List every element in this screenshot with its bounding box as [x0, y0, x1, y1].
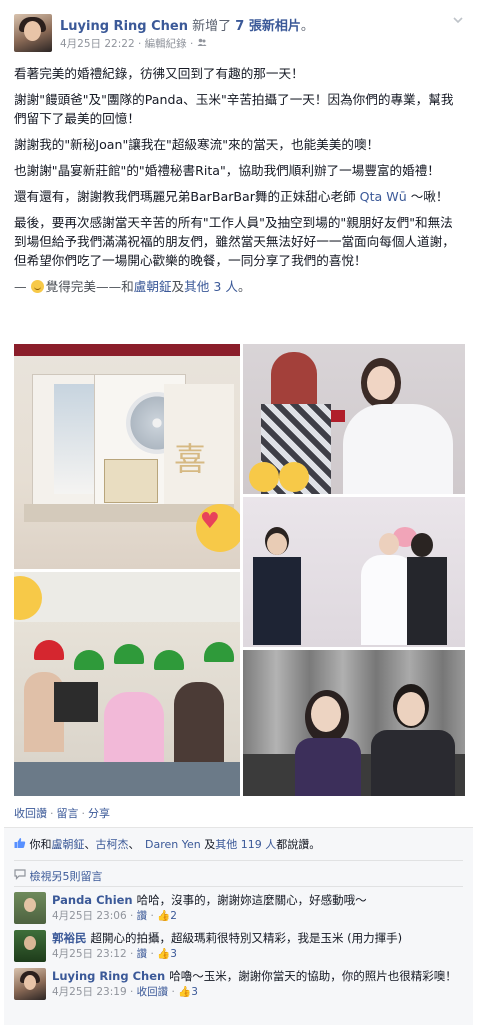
photo-couple-ceremony[interactable]: [243, 497, 465, 647]
commenter-name-link[interactable]: 郭裕民: [52, 931, 87, 945]
view-more-comments-link[interactable]: 檢視另5則留言: [14, 868, 103, 884]
comment-like-link[interactable]: 讚: [137, 948, 148, 960]
comment-like-link[interactable]: 讚: [137, 910, 148, 922]
separator: ·: [81, 807, 86, 820]
commenter-avatar[interactable]: [14, 892, 46, 924]
share-link[interactable]: 分享: [88, 807, 110, 820]
divider: [14, 886, 463, 887]
smiley-icon: [30, 280, 44, 293]
tagged-join: 及: [171, 279, 185, 294]
comment-bubble-icon: [14, 869, 30, 883]
comment-unlike-link[interactable]: 收回讚: [137, 986, 169, 998]
comment-like-count[interactable]: 👍3: [178, 986, 198, 998]
like-count: 3: [170, 948, 177, 960]
author-avatar[interactable]: [14, 14, 52, 52]
comment-link[interactable]: 留言: [57, 807, 79, 820]
commenter-avatar[interactable]: [14, 930, 46, 962]
post-paragraph: 最後，要再次感謝當天辛苦的所有"工作人員"及抽空到場的"親朋好友們"和無法到場但…: [14, 215, 455, 268]
friends-icon[interactable]: [197, 38, 207, 50]
feeling-dash: —: [14, 279, 31, 294]
post-actions: 收回讚 · 留言 · 分享: [14, 805, 110, 821]
divider: [14, 860, 463, 861]
feeling-line: — 覺得完美——和盧朝鉦及其他 3 人。: [14, 277, 464, 296]
post-paragraph: 還有還有，謝謝教我們瑪麗兄弟BarBarBar舞的正妹甜心老師 Qta Wū ～…: [14, 187, 464, 206]
comment-like-count[interactable]: 👍3: [157, 948, 177, 960]
view-more-label: 檢視另5則留言: [29, 870, 103, 883]
thumb-icon: 👍: [157, 948, 171, 960]
header-title: Luying Ring Chen 新增了 7 張新相片。: [60, 15, 314, 34]
photo-count-link[interactable]: 7 張新相片: [235, 19, 301, 34]
post-header: Luying Ring Chen 新增了 7 張新相片。 4月25日 22:22…: [14, 14, 464, 54]
post-message: 看著完美的婚禮紀錄，彷彿又回到了有趣的那一天！ 謝謝"饅頭爸"及"團隊的Pand…: [14, 64, 464, 303]
comment-meta: 4月25日 23:06 · 讚 · 👍2: [52, 910, 177, 922]
mention-suffix: ～啾！: [406, 189, 449, 204]
like-thumb-icon: [14, 837, 26, 849]
feeling-text: 覺得完美——和: [45, 279, 134, 294]
liker-link[interactable]: 盧朝鉦: [52, 838, 85, 851]
commenter-avatar[interactable]: [14, 968, 46, 1000]
comment-item: Panda Chien 哈哈，沒事的，謝謝妳這麼關心，好感動哦～ 4月25日 23…: [14, 892, 464, 928]
liker-link[interactable]: Daren Yen: [145, 838, 201, 851]
photo-couple-portrait[interactable]: [243, 650, 465, 796]
action-suffix: 。: [300, 19, 314, 34]
photo-bride-makeup[interactable]: [243, 344, 465, 494]
mention-prefix: 還有還有，謝謝教我們瑪麗兄弟BarBarBar舞的正妹甜心老師: [14, 189, 360, 204]
comment-time[interactable]: 4月25日 23:12: [52, 948, 127, 960]
separator: ·: [50, 807, 54, 820]
post-meta: 4月25日 22:22 · 編輯紀錄 ·: [60, 36, 207, 51]
commenter-name-link[interactable]: Luying Ring Chen: [52, 969, 165, 983]
photo-grid: 喜 ♥: [14, 344, 465, 796]
post-paragraph: 謝謝我的"新秘Joan"讓我在"超級寒流"來的當天，也能美美的噢！: [14, 137, 380, 152]
thumb-icon: 👍: [157, 910, 171, 922]
likes-summary: 你和盧朝鉦、古柯杰、 Daren Yen 及其他 119 人都說讚。: [14, 836, 320, 852]
post-paragraph: 看著完美的婚禮紀錄，彷彿又回到了有趣的那一天！: [14, 66, 304, 81]
post-timestamp[interactable]: 4月25日 22:22: [60, 38, 135, 50]
comment-text: 哈哈，沒事的，謝謝妳這麼關心，好感動哦～: [136, 893, 367, 907]
unlike-link[interactable]: 收回讚: [14, 807, 47, 820]
edit-history-link[interactable]: 編輯紀錄: [145, 38, 187, 50]
likes-prefix: 你和: [29, 838, 52, 851]
feeling-suffix: 。: [237, 279, 251, 294]
likes-join: 及: [204, 838, 216, 851]
comment-meta: 4月25日 23:19 · 收回讚 · 👍3: [52, 986, 198, 998]
commenter-name-link[interactable]: Panda Chien: [52, 893, 133, 907]
photo-mario-group[interactable]: [14, 572, 240, 796]
comment-item: 郭裕民 超開心的拍攝，超級瑪莉很特別又精彩，我是玉米 (用力揮手) 4月25日 2…: [14, 930, 464, 966]
comment-time[interactable]: 4月25日 23:19: [52, 986, 127, 998]
post-action: 新增了: [192, 19, 232, 34]
likes-separator: 、: [84, 838, 96, 851]
tagged-others-link[interactable]: 其他 3 人: [184, 279, 238, 294]
author-name-link[interactable]: Luying Ring Chen: [60, 19, 188, 34]
comment-item: Luying Ring Chen 哈嚕～玉米，謝謝你當天的協助，你的照片也很精彩噢…: [14, 968, 464, 1022]
likes-separator: 、: [128, 838, 140, 851]
liker-link[interactable]: 古柯杰: [96, 838, 129, 851]
post-paragraph: 謝謝"饅頭爸"及"團隊的Panda、玉米"辛苦拍攝了一天！因為你們的專業，幫我們…: [14, 92, 454, 126]
comment-text: 哈嚕～玉米，謝謝你當天的協助，你的照片也很精彩噢！: [169, 969, 457, 983]
mention-link[interactable]: Qta Wū: [360, 189, 407, 204]
likes-others-link[interactable]: 其他 119 人: [215, 838, 276, 851]
chevron-down-icon[interactable]: [452, 14, 466, 28]
comment-meta: 4月25日 23:12 · 讚 · 👍3: [52, 948, 177, 960]
comment-like-count[interactable]: 👍2: [157, 910, 177, 922]
comment-text: 超開心的拍攝，超級瑪莉很特別又精彩，我是玉米 (用力揮手): [90, 931, 403, 945]
likes-suffix: 都說讚。: [276, 838, 321, 851]
like-count: 2: [170, 910, 177, 922]
tagged-friend-link[interactable]: 盧朝鉦: [134, 279, 172, 294]
feedback-section: 你和盧朝鉦、古柯杰、 Daren Yen 及其他 119 人都說讚。 檢視另5則…: [4, 827, 473, 1025]
comment-time[interactable]: 4月25日 23:06: [52, 910, 127, 922]
post-paragraph: 也謝謝"晶宴新莊館"的"婚禮秘書Rita"，協助我們順利辦了一場豐富的婚禮！: [14, 163, 440, 178]
thumb-icon: 👍: [178, 986, 192, 998]
photo-wedding-album[interactable]: 喜 ♥: [14, 344, 240, 569]
like-count: 3: [191, 986, 198, 998]
